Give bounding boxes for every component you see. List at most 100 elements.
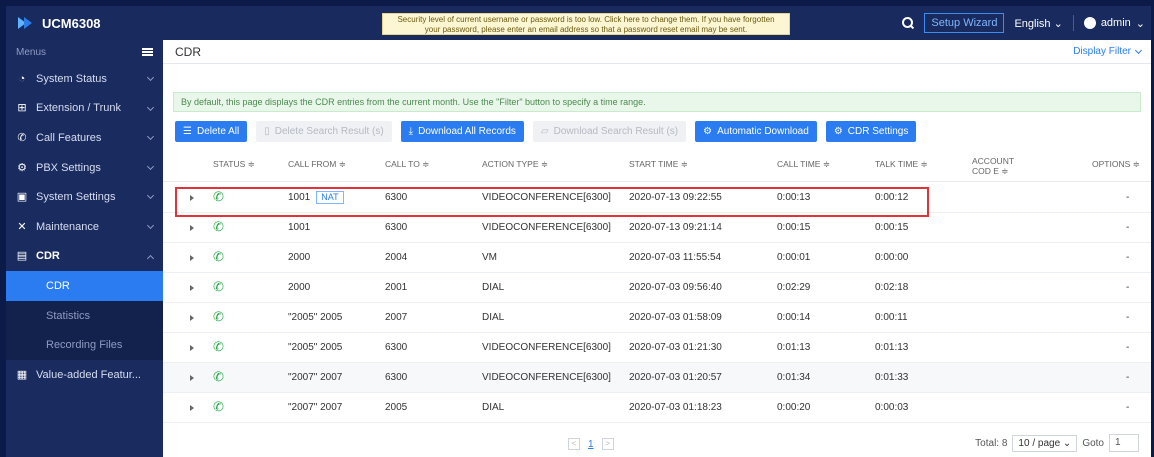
phone-status-icon: ✆ <box>213 279 224 294</box>
options-cell[interactable]: - <box>1126 303 1129 333</box>
options-cell[interactable]: - <box>1126 273 1129 303</box>
sidebar-item-maintenance[interactable]: ✕ Maintenance <box>6 212 163 242</box>
expand-row-icon[interactable] <box>190 345 194 351</box>
call-to-cell: 2001 <box>385 282 408 293</box>
sidebar-subitem-recording-files[interactable]: Recording Files <box>6 330 163 360</box>
language-select[interactable]: English ⌄ <box>1014 17 1062 30</box>
start-time-cell: 2020-07-03 09:56:40 <box>629 282 722 293</box>
call-from-cell: "2005" 2005 <box>288 342 343 353</box>
expand-row-icon[interactable] <box>190 225 194 231</box>
collapse-menu-icon[interactable] <box>142 48 153 56</box>
column-header-start-time[interactable]: START TIME ≑ <box>629 159 688 170</box>
table-row[interactable]: ✆ "2007" 2007 6300 VIDEOCONFERENCE[6300]… <box>163 363 1151 393</box>
expand-row-icon[interactable] <box>190 195 194 201</box>
expand-row-icon[interactable] <box>190 405 194 411</box>
prev-page-button[interactable]: < <box>568 438 580 450</box>
download-all-records-button[interactable]: ⤓ Download All Records <box>400 121 524 142</box>
sidebar-item-pbx-settings[interactable]: ⚙ PBX Settings <box>6 153 163 183</box>
sidebar-item-system-settings[interactable]: ▣ System Settings <box>6 182 163 212</box>
download-search-result-button[interactable]: ▱ Download Search Result (s) <box>532 121 687 142</box>
call-time-cell: 0:00:15 <box>777 222 811 233</box>
column-header-status[interactable]: STATUS ≑ <box>213 159 255 170</box>
sidebar-item-cdr[interactable]: ▤ CDR <box>6 242 163 272</box>
gear-icon: ⚙ <box>703 126 713 137</box>
call-to-cell: 2005 <box>385 402 408 413</box>
user-menu[interactable]: admin ⌄ <box>1083 17 1145 30</box>
table-row[interactable]: ✆ "2005" 2005 2007 DIAL 2020-07-03 01:58… <box>163 303 1151 333</box>
column-header-talk-time[interactable]: TALK TIME ≑ <box>875 159 928 170</box>
automatic-download-button[interactable]: ⚙ Automatic Download <box>695 121 817 142</box>
table-row[interactable]: ✆ 1001 NAT 6300 VIDEOCONFERENCE[6300] 202… <box>163 183 1151 213</box>
options-cell[interactable]: - <box>1126 393 1129 423</box>
chevron-down-icon: ⌄ <box>1062 437 1072 449</box>
call-time-cell: 0:00:14 <box>777 312 811 323</box>
table-row[interactable]: ✆ 1001 6300 VIDEOCONFERENCE[6300] 2020-0… <box>163 213 1151 243</box>
delete-all-button[interactable]: ☰ Delete All <box>175 121 248 142</box>
sidebar-item-label: System Status <box>36 72 107 85</box>
brand[interactable]: UCM6308 <box>6 16 163 31</box>
display-filter-toggle[interactable]: Display Filter <box>1073 46 1143 57</box>
cdr-settings-button[interactable]: ⚙ CDR Settings <box>825 121 917 142</box>
logo-icon <box>18 17 34 29</box>
call-to-cell: 2007 <box>385 312 408 323</box>
phone-status-icon: ✆ <box>213 309 224 324</box>
expand-row-icon[interactable] <box>190 315 194 321</box>
start-time-cell: 2020-07-03 01:20:57 <box>629 372 722 383</box>
pagination-controls: Total: 8 10 / page ⌄ Goto 1 <box>975 434 1139 452</box>
call-from-value: 1001 <box>288 192 311 203</box>
call-time-cell: 0:01:34 <box>777 372 811 383</box>
sidebar-item-system-status[interactable]: ◔ System Status <box>6 64 163 94</box>
phone-status-icon: ✆ <box>213 219 224 234</box>
sidebar-item-label: Value-added Featur... <box>36 368 141 381</box>
chevron-down-icon <box>146 221 155 230</box>
action-type-cell: VIDEOCONFERENCE[6300] <box>482 192 611 203</box>
pagination: < 1 > <box>568 438 614 450</box>
setup-wizard-button[interactable]: Setup Wizard <box>924 13 1005 33</box>
column-header-call-time[interactable]: CALL TIME ≑ <box>777 159 830 170</box>
search-icon[interactable] <box>902 17 914 29</box>
column-header-options[interactable]: OPTIONS ≑ <box>1092 159 1140 170</box>
action-type-cell: DIAL <box>482 402 505 413</box>
options-cell[interactable]: - <box>1126 333 1129 363</box>
sidebar-item-extension-trunk[interactable]: ⊞ Extension / Trunk <box>6 94 163 124</box>
options-cell[interactable]: - <box>1126 213 1129 243</box>
sidebar-item-label: PBX Settings <box>36 161 101 174</box>
sidebar-item-call-features[interactable]: ✆ Call Features <box>6 123 163 153</box>
expand-row-icon[interactable] <box>190 285 194 291</box>
table-row[interactable]: ✆ 2000 2004 VM 2020-07-03 11:55:54 0:00:… <box>163 243 1151 273</box>
sidebar-item-value-added-features[interactable]: ▦ Value-added Featur... <box>6 360 163 390</box>
expand-row-icon[interactable] <box>190 255 194 261</box>
expand-row-icon[interactable] <box>190 375 194 381</box>
table-row[interactable]: ✆ "2007" 2007 2005 DIAL 2020-07-03 01:18… <box>163 393 1151 423</box>
column-header-call-from[interactable]: CALL FROM ≑ <box>288 159 346 170</box>
app-title: UCM6308 <box>42 15 101 31</box>
column-header-action-type[interactable]: ACTION TYPE ≑ <box>482 159 548 170</box>
column-header-account-code[interactable]: ACCOUNT COD E ≑ <box>972 156 1032 176</box>
options-cell[interactable]: - <box>1126 363 1129 393</box>
page-number[interactable]: 1 <box>588 439 594 450</box>
sidebar-item-label: CDR <box>36 250 60 263</box>
column-header-call-to[interactable]: CALL TO ≑ <box>385 159 429 170</box>
nat-badge: NAT <box>316 191 344 204</box>
talk-time-cell: 0:00:11 <box>875 312 908 323</box>
table-row[interactable]: ✆ 2000 2001 DIAL 2020-07-03 09:56:40 0:0… <box>163 273 1151 303</box>
button-label: Delete All <box>196 126 240 137</box>
delete-search-result-button[interactable]: ▯ Delete Search Result (s) <box>256 121 392 142</box>
goto-page-input[interactable]: 1 <box>1109 434 1139 452</box>
app-window: UCM6308 Security level of current userna… <box>6 6 1151 457</box>
call-time-cell: 0:00:01 <box>777 252 811 263</box>
password-warning-banner[interactable]: Security level of current username or pa… <box>382 13 790 35</box>
next-page-button[interactable]: > <box>601 438 614 450</box>
page-size-select[interactable]: 10 / page ⌄ <box>1012 434 1078 452</box>
table-row[interactable]: ✆ "2005" 2005 6300 VIDEOCONFERENCE[6300]… <box>163 333 1151 363</box>
talk-time-cell: 0:01:13 <box>875 342 909 353</box>
sidebar-subitem-statistics[interactable]: Statistics <box>6 300 163 331</box>
sidebar-item-label: Maintenance <box>36 220 99 233</box>
divider <box>1072 15 1074 31</box>
gear-icon: ⚙ <box>833 126 843 137</box>
options-cell[interactable]: - <box>1126 243 1129 273</box>
options-cell[interactable]: - <box>1126 183 1129 213</box>
call-from-cell: "2007" 2007 <box>288 372 343 383</box>
talk-time-cell: 0:02:18 <box>875 282 909 293</box>
sidebar-subitem-cdr[interactable]: CDR <box>6 271 163 301</box>
